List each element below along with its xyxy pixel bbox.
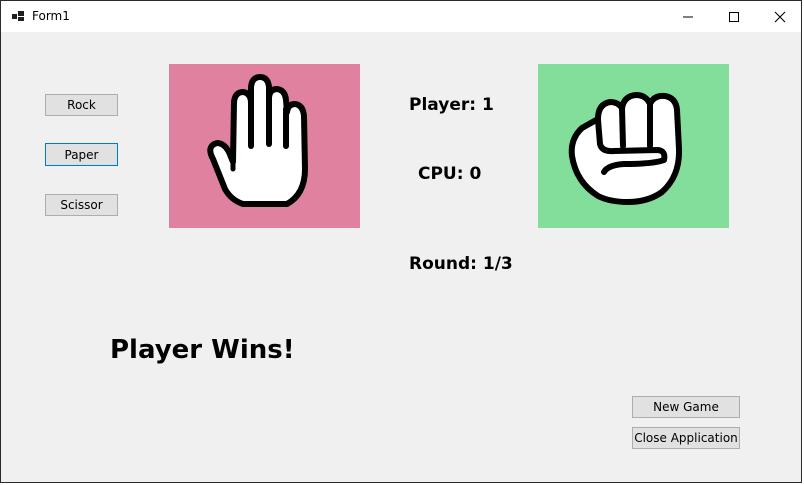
player-hand-picture bbox=[169, 64, 360, 228]
paper-hand-icon bbox=[207, 74, 308, 207]
rock-button[interactable]: Rock bbox=[45, 94, 118, 116]
maximize-button[interactable] bbox=[711, 1, 757, 32]
close-button[interactable] bbox=[757, 1, 803, 32]
cpu-score-label: CPU: 0 bbox=[418, 164, 482, 184]
close-icon bbox=[774, 11, 786, 22]
player-score-label: Player: 1 bbox=[409, 95, 494, 115]
window-title: Form1 bbox=[32, 9, 70, 23]
round-label: Round: 1/3 bbox=[409, 254, 513, 274]
scissor-button[interactable]: Scissor bbox=[45, 194, 118, 216]
new-game-button[interactable]: New Game bbox=[632, 396, 740, 418]
maximize-icon bbox=[729, 11, 739, 22]
minimize-icon bbox=[683, 16, 693, 17]
app-window: Form1 Rock Paper Scissor Player: 1 CPU: … bbox=[0, 0, 802, 483]
app-icon bbox=[12, 11, 24, 21]
result-label: Player Wins! bbox=[110, 335, 295, 365]
paper-button[interactable]: Paper bbox=[45, 143, 118, 166]
rock-fist-icon bbox=[568, 92, 683, 205]
close-application-button[interactable]: Close Application bbox=[632, 427, 740, 449]
minimize-button[interactable] bbox=[665, 1, 711, 32]
title-bar[interactable]: Form1 bbox=[1, 1, 801, 32]
cpu-hand-picture bbox=[538, 64, 729, 228]
